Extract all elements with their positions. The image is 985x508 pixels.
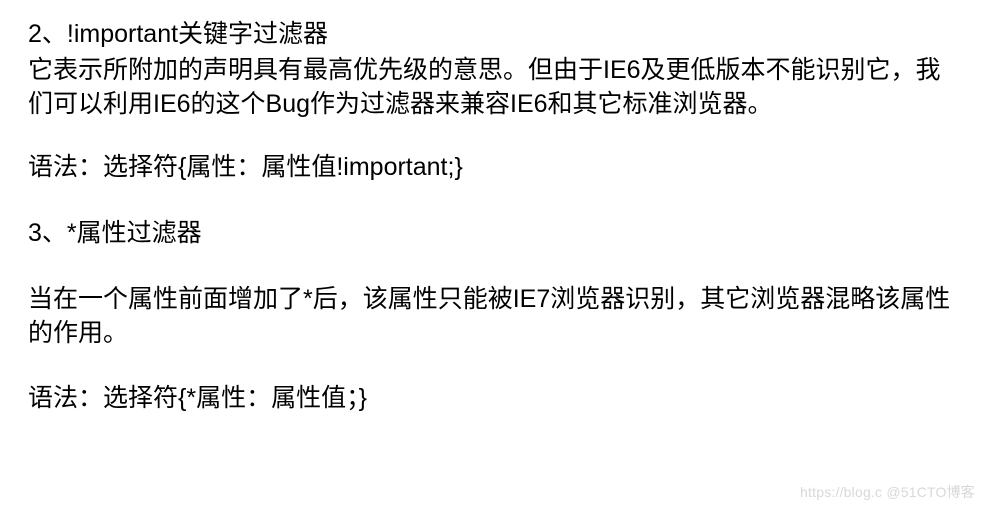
section-3-paragraph: 当在一个属性前面增加了*后，该属性只能被IE7浏览器识别，其它浏览器混略该属性的… (28, 283, 957, 351)
section-2-syntax: 语法：选择符{属性：属性值!important;} (28, 151, 957, 185)
section-3-syntax: 语法：选择符{*属性：属性值；} (28, 382, 957, 416)
section-3-title: 3、*属性过滤器 (28, 217, 957, 251)
section-2-title: 2、!important关键字过滤器 (28, 18, 957, 52)
section-2-paragraph: 它表示所附加的声明具有最高优先级的意思。但由于IE6及更低版本不能识别它，我们可… (28, 54, 957, 122)
watermark: https://blog.c @51CTO博客 (800, 483, 975, 502)
